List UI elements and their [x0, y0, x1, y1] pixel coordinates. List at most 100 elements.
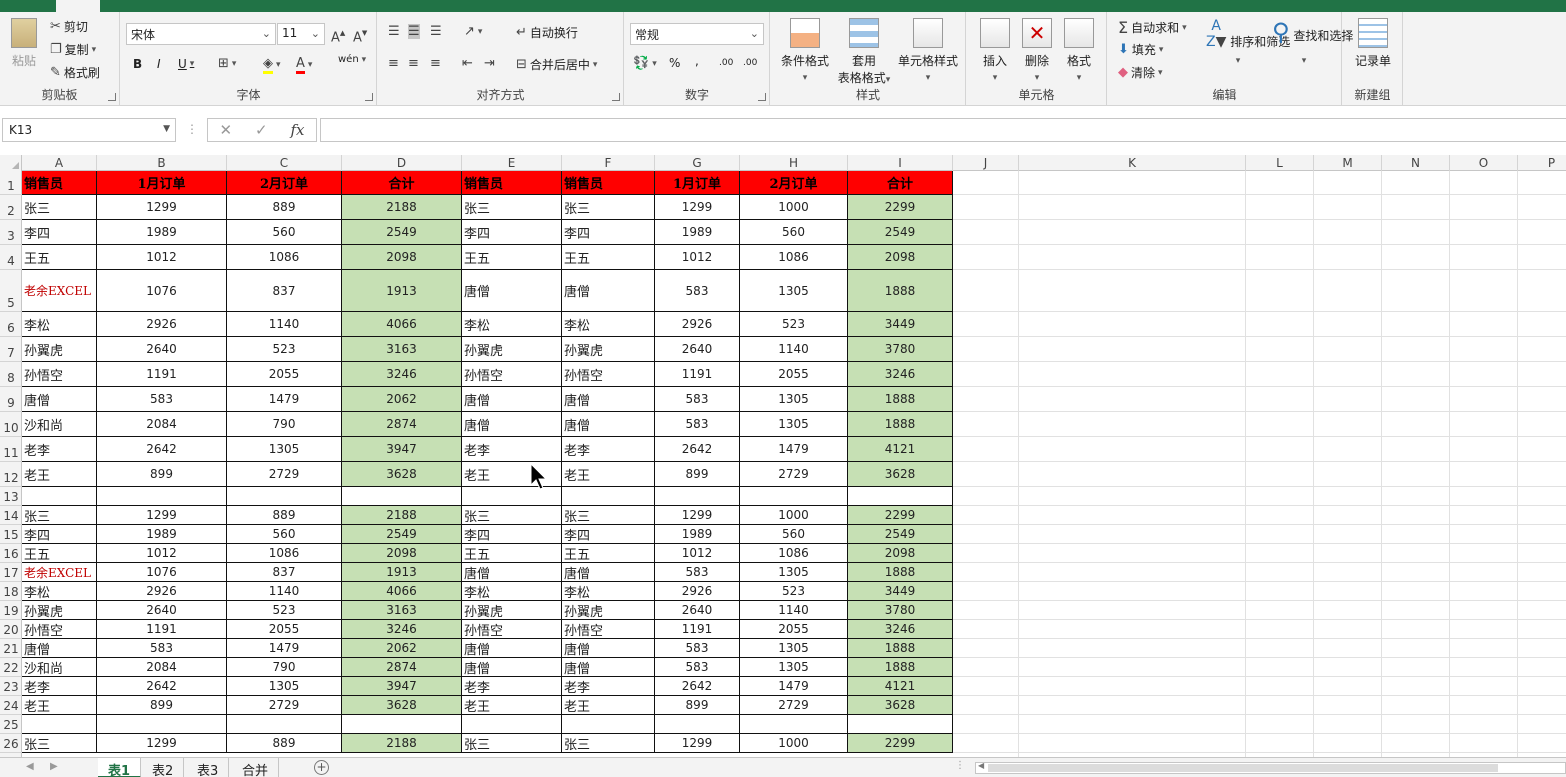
row-header[interactable]: 6 — [0, 312, 22, 337]
row-header[interactable]: 24 — [0, 696, 22, 715]
cell-e2[interactable]: 张三 — [462, 195, 562, 220]
select-all-button[interactable] — [0, 155, 22, 171]
cell-c26[interactable]: 889 — [227, 734, 342, 753]
increase-decimal-button[interactable]: .00 — [719, 58, 733, 68]
cell-i13[interactable] — [848, 487, 953, 506]
cell-i6[interactable]: 3449 — [848, 312, 953, 337]
cell-c13[interactable] — [227, 487, 342, 506]
cell-h12[interactable]: 2729 — [740, 462, 848, 487]
row-header[interactable]: 13 — [0, 487, 22, 506]
dialog-launcher-icon[interactable] — [108, 93, 116, 101]
column-header-f[interactable]: F — [562, 155, 655, 171]
cell-d8[interactable]: 3246 — [342, 362, 462, 387]
conditional-formatting-button[interactable]: 条件格式 ▾ — [777, 18, 833, 83]
currency-button[interactable]: 💱 ▾ — [633, 56, 657, 71]
cell-e19[interactable]: 孙翼虎 — [462, 601, 562, 620]
cell-c2[interactable]: 889 — [227, 195, 342, 220]
cell-e25[interactable] — [462, 715, 562, 734]
row-header[interactable]: 22 — [0, 658, 22, 677]
cell-h26[interactable]: 1000 — [740, 734, 848, 753]
cut-button[interactable]: ✂ 剪切 — [50, 18, 88, 35]
formula-bar-splitter[interactable]: ⋮ — [186, 122, 198, 136]
row-header[interactable]: 11 — [0, 437, 22, 462]
cell-g19[interactable]: 2640 — [655, 601, 740, 620]
cell-e15[interactable]: 李四 — [462, 525, 562, 544]
merge-center-button[interactable]: ⊟ 合并后居中 ▾ — [516, 56, 597, 73]
cell-g25[interactable] — [655, 715, 740, 734]
dialog-launcher-icon[interactable] — [612, 93, 620, 101]
cell-f7[interactable]: 孙翼虎 — [562, 337, 655, 362]
cell-h2[interactable]: 1000 — [740, 195, 848, 220]
horizontal-scrollbar[interactable]: ◀ — [975, 761, 1566, 774]
cell-f18[interactable]: 李松 — [562, 582, 655, 601]
cell-g5[interactable]: 583 — [655, 270, 740, 312]
cell-i2[interactable]: 2299 — [848, 195, 953, 220]
align-center-button[interactable]: ≡ — [408, 56, 419, 71]
cell-f1[interactable]: 销售员 — [562, 171, 655, 195]
row-header[interactable]: 12 — [0, 462, 22, 487]
column-header-h[interactable]: H — [740, 155, 848, 171]
cell-g13[interactable] — [655, 487, 740, 506]
next-sheet-icon[interactable]: ▶ — [50, 761, 58, 772]
cell-e4[interactable]: 王五 — [462, 245, 562, 270]
column-header-b[interactable]: B — [97, 155, 227, 171]
cell-a17[interactable]: 老余EXCEL — [22, 563, 97, 582]
decrease-indent-button[interactable]: ⇤ — [462, 56, 473, 71]
cell-f23[interactable]: 老李 — [562, 677, 655, 696]
column-header-o[interactable]: O — [1450, 155, 1518, 171]
cell-i9[interactable]: 1888 — [848, 387, 953, 412]
cell-d25[interactable] — [342, 715, 462, 734]
row-header[interactable]: 23 — [0, 677, 22, 696]
sort-filter-button[interactable]: A Z▼ 排序和筛选 ▾ — [1206, 18, 1290, 66]
bold-button[interactable]: B — [133, 57, 142, 71]
cell-i24[interactable]: 3628 — [848, 696, 953, 715]
cell-a18[interactable]: 李松 — [22, 582, 97, 601]
cell-a23[interactable]: 老李 — [22, 677, 97, 696]
cell-i19[interactable]: 3780 — [848, 601, 953, 620]
cell-b5[interactable]: 1076 — [97, 270, 227, 312]
cell-a21[interactable]: 唐僧 — [22, 639, 97, 658]
cell-i8[interactable]: 3246 — [848, 362, 953, 387]
cell-a25[interactable] — [22, 715, 97, 734]
cell-g26[interactable]: 1299 — [655, 734, 740, 753]
cell-g23[interactable]: 2642 — [655, 677, 740, 696]
cell-b18[interactable]: 2926 — [97, 582, 227, 601]
column-header-p[interactable]: P — [1518, 155, 1566, 171]
cell-c4[interactable]: 1086 — [227, 245, 342, 270]
font-color-button[interactable]: A ▾ — [296, 56, 312, 74]
cell-h23[interactable]: 1479 — [740, 677, 848, 696]
cell-c9[interactable]: 1479 — [227, 387, 342, 412]
copy-button[interactable]: ❐ 复制 ▾ — [50, 41, 96, 58]
cell-i15[interactable]: 2549 — [848, 525, 953, 544]
format-painter-button[interactable]: ✎ 格式刷 — [50, 64, 100, 81]
cell-g21[interactable]: 583 — [655, 639, 740, 658]
row-header[interactable]: 25 — [0, 715, 22, 734]
cell-c25[interactable] — [227, 715, 342, 734]
cell-g12[interactable]: 899 — [655, 462, 740, 487]
grow-font-button[interactable]: A▴ — [331, 26, 345, 45]
cell-a9[interactable]: 唐僧 — [22, 387, 97, 412]
cell-g4[interactable]: 1012 — [655, 245, 740, 270]
wrap-text-button[interactable]: ↵ 自动换行 — [516, 24, 578, 41]
cell-i10[interactable]: 1888 — [848, 412, 953, 437]
cell-f26[interactable]: 张三 — [562, 734, 655, 753]
format-cells-button[interactable]: 格式 ▾ — [1059, 18, 1099, 83]
cell-g9[interactable]: 583 — [655, 387, 740, 412]
add-sheet-icon[interactable]: + — [314, 760, 329, 775]
row-header[interactable]: 5 — [0, 270, 22, 312]
fill-color-button[interactable]: ◈ ▾ — [263, 56, 281, 74]
cell-f10[interactable]: 唐僧 — [562, 412, 655, 437]
cell-f3[interactable]: 李四 — [562, 220, 655, 245]
column-header-l[interactable]: L — [1246, 155, 1314, 171]
column-header-d[interactable]: D — [342, 155, 462, 171]
cell-f4[interactable]: 王五 — [562, 245, 655, 270]
cell-g24[interactable]: 899 — [655, 696, 740, 715]
cell-h9[interactable]: 1305 — [740, 387, 848, 412]
align-bottom-button[interactable]: ☰ — [430, 24, 442, 39]
increase-indent-button[interactable]: ⇥ — [484, 56, 495, 71]
cell-b12[interactable]: 899 — [97, 462, 227, 487]
font-name-select[interactable]: 宋体 ⌄ — [126, 23, 276, 45]
cell-g8[interactable]: 1191 — [655, 362, 740, 387]
cell-e20[interactable]: 孙悟空 — [462, 620, 562, 639]
cell-e10[interactable]: 唐僧 — [462, 412, 562, 437]
